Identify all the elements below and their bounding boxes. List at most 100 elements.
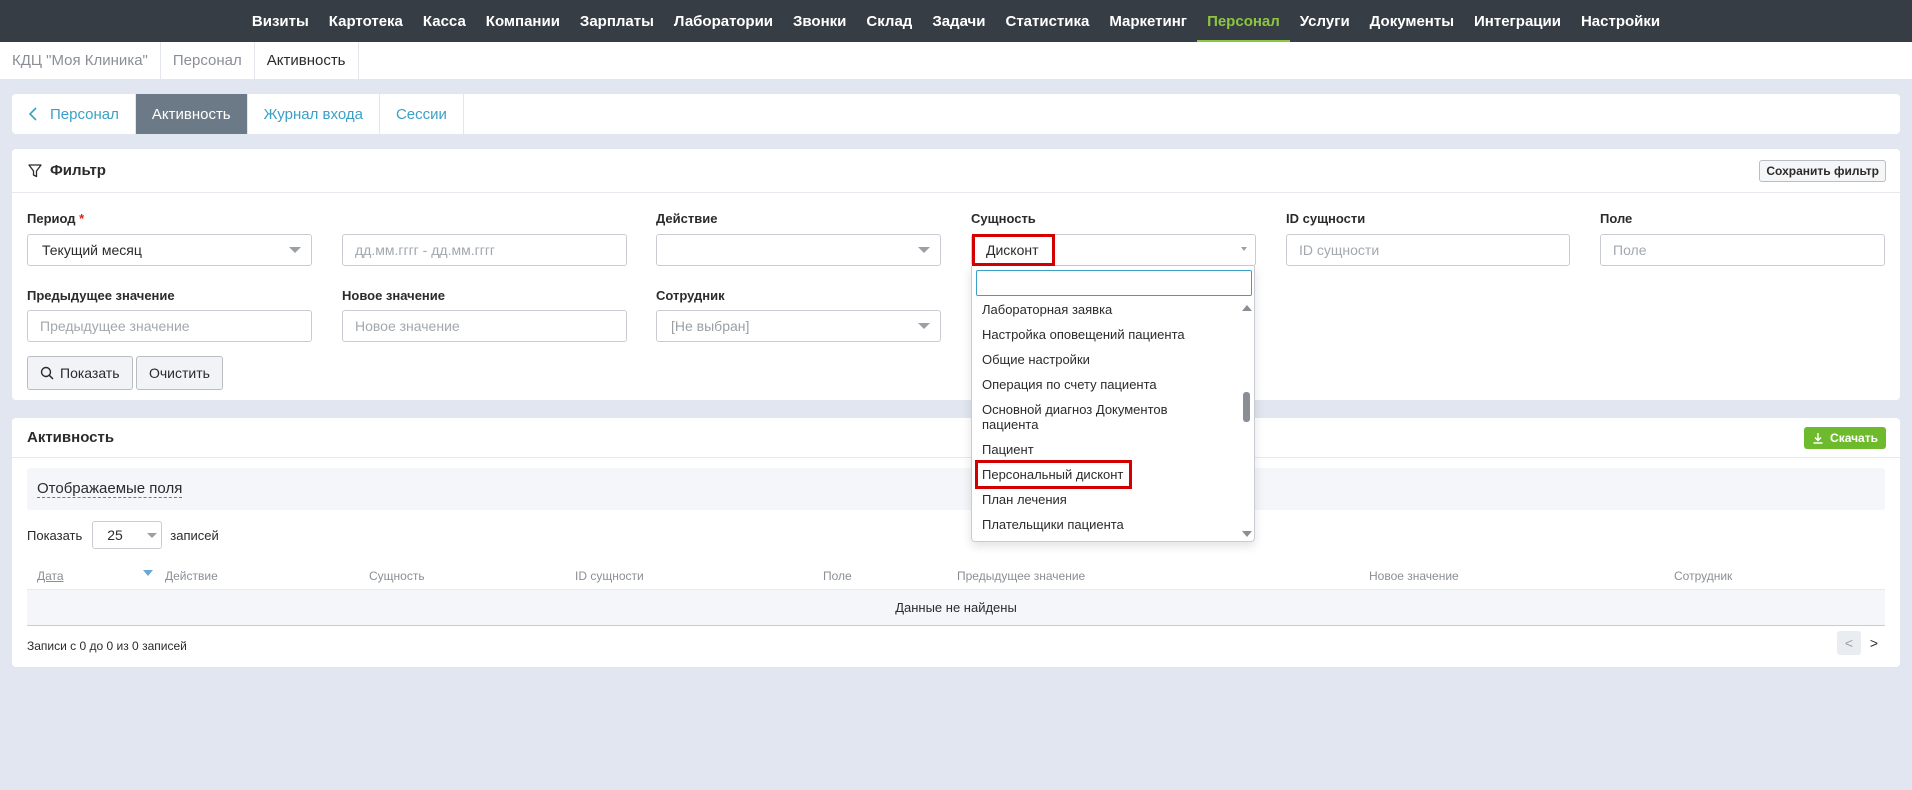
required-mark: * <box>79 211 85 226</box>
nav-item-services[interactable]: Услуги <box>1290 0 1360 42</box>
entity-id-input[interactable]: ID сущности <box>1286 234 1570 266</box>
breadcrumb: КДЦ "Моя Клиника" Персонал Активность <box>0 42 1912 80</box>
top-nav: Визиты Картотека Касса Компании Зарплаты… <box>0 0 1912 42</box>
records-info: Записи с 0 до 0 из 0 записей <box>27 639 187 653</box>
next-page-button[interactable]: > <box>1862 631 1886 655</box>
page-size-value: 25 <box>107 527 123 543</box>
chevron-down-icon <box>918 247 930 253</box>
column-date[interactable]: Дата <box>37 569 64 583</box>
nav-item-settings[interactable]: Настройки <box>1571 0 1670 42</box>
nav-item-cashbox[interactable]: Касса <box>413 0 476 42</box>
scroll-thumb[interactable] <box>1243 392 1250 422</box>
period-value: Текущий месяц <box>42 242 142 258</box>
chevron-down-icon <box>147 533 158 538</box>
nav-item-statistics[interactable]: Статистика <box>995 0 1099 42</box>
nav-item-marketing[interactable]: Маркетинг <box>1099 0 1197 42</box>
entity-option[interactable]: Основной диагноз Документов пациента <box>982 402 1192 432</box>
funnel-icon <box>28 163 42 177</box>
entity-option[interactable]: Операция по счету пациента <box>982 377 1232 392</box>
new-value-label: Новое значение <box>342 288 446 303</box>
new-value-input[interactable]: Новое значение <box>342 310 627 342</box>
filter-header: Фильтр Сохранить фильтр <box>12 149 1900 193</box>
action-label: Действие <box>656 211 718 226</box>
entity-label: Сущность <box>971 211 1036 226</box>
entity-id-label: ID сущности <box>1286 211 1366 226</box>
table-empty-row: Данные не найдены <box>27 590 1885 626</box>
period-label-text: Период <box>27 211 76 226</box>
column-entity[interactable]: Сущность <box>369 569 425 583</box>
show-button-label: Показать <box>60 365 120 381</box>
breadcrumb-activity: Активность <box>255 42 359 79</box>
nav-item-laboratories[interactable]: Лаборатории <box>664 0 783 42</box>
nav-item-calls[interactable]: Звонки <box>783 0 856 42</box>
nav-item-salaries[interactable]: Зарплаты <box>570 0 664 42</box>
page-size-row: Показать 25 записей <box>27 520 219 550</box>
entity-option[interactable]: Общие настройки <box>982 352 1232 367</box>
column-entity-id[interactable]: ID сущности <box>575 569 644 583</box>
tab-sessions[interactable]: Сессии <box>380 94 464 134</box>
entity-dropdown-scrollbar[interactable] <box>1238 300 1254 542</box>
tab-login-journal[interactable]: Журнал входа <box>248 94 380 134</box>
records-label: записей <box>170 527 219 543</box>
column-action[interactable]: Действие <box>165 569 218 583</box>
date-range-input[interactable]: дд.мм.гггг - дд.мм.гггг <box>342 234 627 266</box>
field-input[interactable]: Поле <box>1600 234 1885 266</box>
entity-option[interactable]: План лечения <box>982 492 1232 507</box>
chevron-down-icon <box>918 323 930 329</box>
show-button[interactable]: Показать <box>27 356 133 390</box>
tab-back-staff[interactable]: Персонал <box>12 94 136 134</box>
nav-item-staff[interactable]: Персонал <box>1197 0 1290 42</box>
empty-text: Данные не найдены <box>895 600 1017 615</box>
employee-select[interactable]: [Не выбран] <box>656 310 941 342</box>
shown-fields-toggle[interactable]: Отображаемые поля <box>37 480 183 498</box>
highlighted-option-box <box>975 460 1132 489</box>
field-label: Поле <box>1600 211 1633 226</box>
nav-item-records[interactable]: Картотека <box>319 0 413 42</box>
chevron-down-icon <box>289 247 301 253</box>
action-select[interactable] <box>656 234 941 266</box>
nav-item-integrations[interactable]: Интеграции <box>1464 0 1571 42</box>
column-new-value[interactable]: Новое значение <box>1369 569 1459 583</box>
entity-option[interactable]: Плательщики пациента <box>982 517 1232 532</box>
entity-option[interactable]: Лабораторная заявка <box>982 302 1232 317</box>
show-label: Показать <box>27 527 83 543</box>
scroll-down-icon[interactable] <box>1242 531 1252 537</box>
nav-item-companies[interactable]: Компании <box>476 0 570 42</box>
download-icon <box>1813 433 1823 444</box>
nav-item-warehouse[interactable]: Склад <box>856 0 922 42</box>
scroll-up-icon[interactable] <box>1242 305 1252 311</box>
nav-item-documents[interactable]: Документы <box>1360 0 1464 42</box>
nav-item-tasks[interactable]: Задачи <box>922 0 995 42</box>
table-header: Дата Действие Сущность ID сущности Поле … <box>27 560 1885 590</box>
entity-search-input[interactable] <box>976 270 1252 296</box>
entity-dropdown: Лабораторная заявка Настройка оповещений… <box>971 266 1255 542</box>
tab-activity[interactable]: Активность <box>135 94 248 134</box>
download-button-label: Скачать <box>1830 431 1878 445</box>
page-size-select[interactable]: 25 <box>92 521 163 549</box>
column-previous-value[interactable]: Предыдущее значение <box>957 569 1085 583</box>
sort-arrow-icon <box>143 570 153 576</box>
save-filter-button[interactable]: Сохранить фильтр <box>1759 160 1886 182</box>
employee-value: [Не выбран] <box>671 318 750 334</box>
activity-panel: Активность Скачать Отображаемые поля Пок… <box>12 418 1900 667</box>
filter-title: Фильтр <box>50 162 106 179</box>
nav-item-visits[interactable]: Визиты <box>242 0 319 42</box>
period-label: Период * <box>27 211 84 226</box>
previous-value-label: Предыдущее значение <box>27 288 175 303</box>
clear-button[interactable]: Очистить <box>136 356 223 390</box>
activity-title: Активность <box>27 429 115 446</box>
filter-panel: Фильтр Сохранить фильтр Период * Действи… <box>12 149 1900 400</box>
period-select[interactable]: Текущий месяц <box>27 234 312 266</box>
column-field[interactable]: Поле <box>823 569 852 583</box>
breadcrumb-clinic[interactable]: КДЦ "Моя Клиника" <box>0 42 161 79</box>
breadcrumb-staff[interactable]: Персонал <box>161 42 255 79</box>
download-button[interactable]: Скачать <box>1804 427 1886 449</box>
entity-value-highlight <box>972 234 1055 266</box>
column-employee[interactable]: Сотрудник <box>1674 569 1732 583</box>
entity-option[interactable]: Пациент <box>982 442 1232 457</box>
entity-option[interactable]: Настройка оповещений пациента <box>982 327 1232 342</box>
employee-label: Сотрудник <box>656 288 725 303</box>
prev-page-button[interactable]: < <box>1837 631 1861 655</box>
previous-value-input[interactable]: Предыдущее значение <box>27 310 312 342</box>
shown-fields-bar: Отображаемые поля <box>27 468 1885 510</box>
